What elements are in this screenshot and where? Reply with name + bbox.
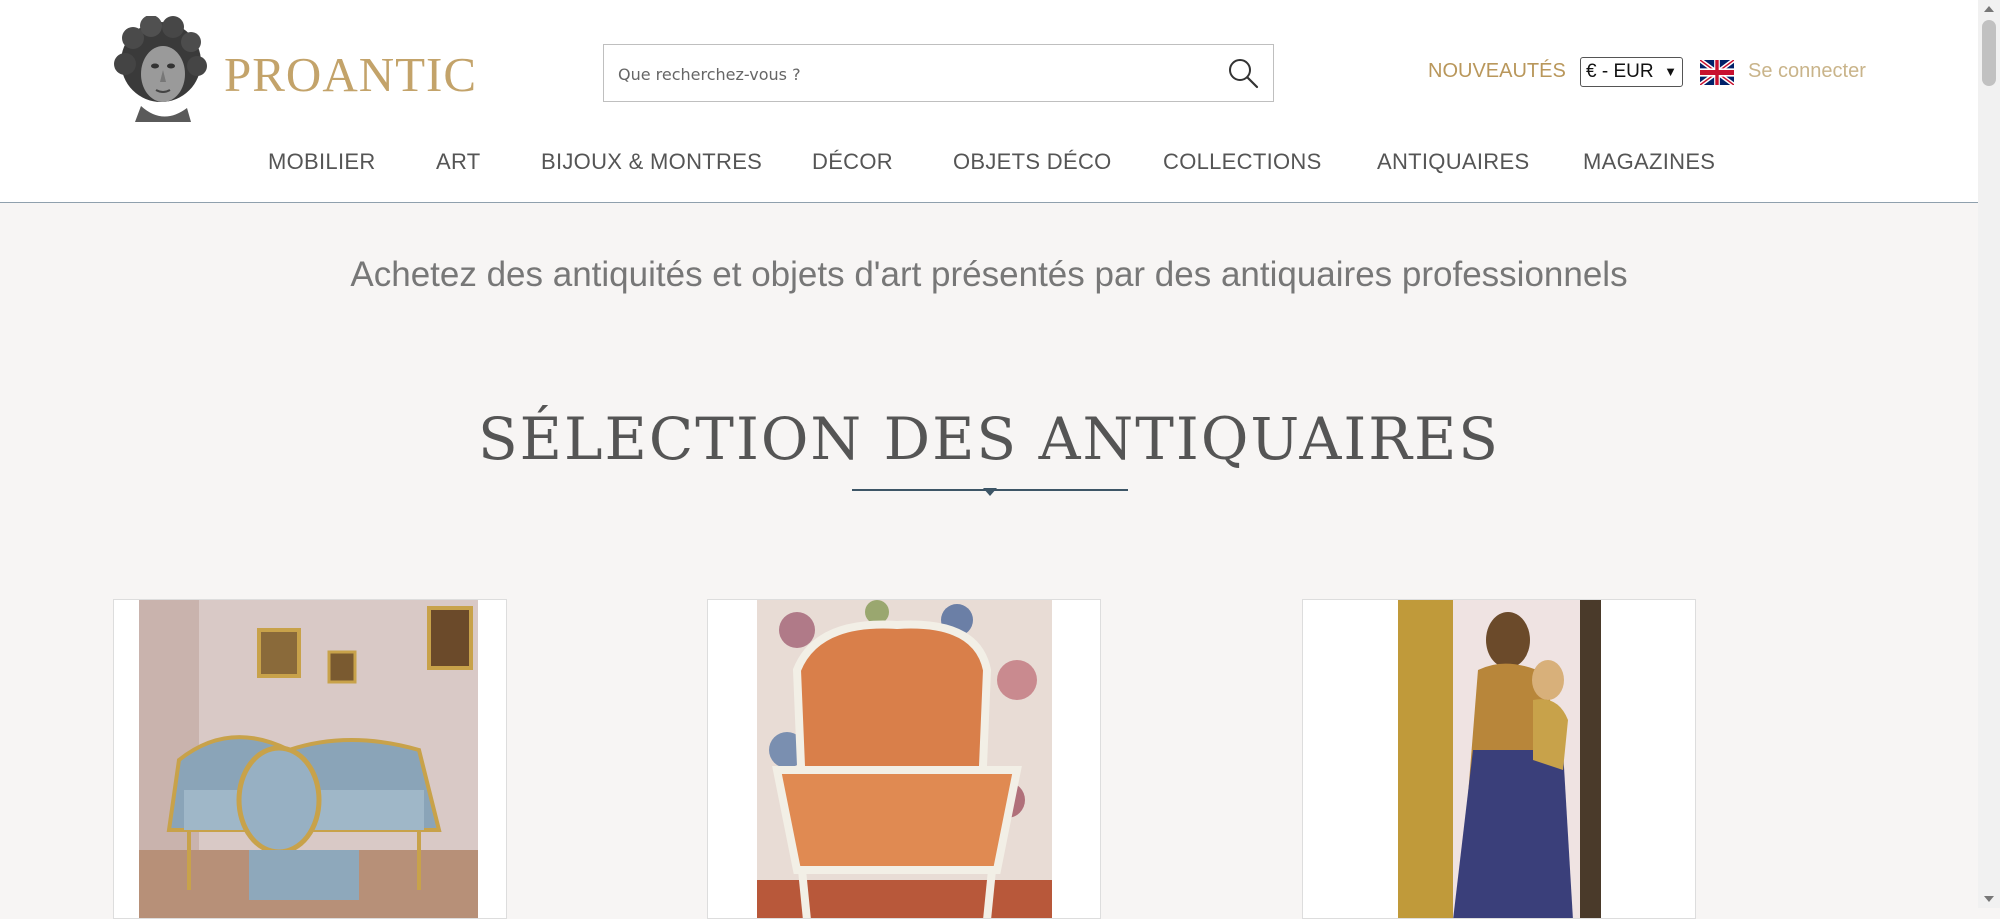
search-icon[interactable] xyxy=(1227,57,1259,89)
nav-item-magazines[interactable]: MAGAZINES xyxy=(1583,149,1715,175)
scrollbar-thumb[interactable] xyxy=(1982,20,1996,86)
product-image-armchair[interactable] xyxy=(757,600,1052,919)
nav-item-objets-deco[interactable]: OBJETS DÉCO xyxy=(953,149,1112,175)
uk-flag-icon[interactable] xyxy=(1700,60,1734,85)
product-image-salon-suite[interactable] xyxy=(139,600,478,919)
nav-item-collections[interactable]: COLLECTIONS xyxy=(1163,149,1322,175)
scroll-up-icon[interactable] xyxy=(1984,6,1994,12)
page-scrollbar[interactable] xyxy=(1978,0,2000,908)
scroll-down-icon[interactable] xyxy=(1984,896,1994,902)
site-header: PROANTIC NOUVEAUTÉS € - EUR ▼ Se connect… xyxy=(0,0,1978,203)
title-divider-notch xyxy=(983,488,997,496)
search-box xyxy=(603,44,1274,103)
nav-item-decor[interactable]: DÉCOR xyxy=(812,149,893,175)
nouveautes-link[interactable]: NOUVEAUTÉS xyxy=(1428,60,1566,83)
nav-item-art[interactable]: ART xyxy=(436,149,481,175)
product-image-statue[interactable] xyxy=(1398,600,1601,919)
nav-item-antiquaires[interactable]: ANTIQUAIRES xyxy=(1377,149,1529,175)
nav-item-mobilier[interactable]: MOBILIER xyxy=(268,149,376,175)
product-card[interactable] xyxy=(1302,599,1696,919)
login-link[interactable]: Se connecter xyxy=(1748,60,1866,83)
chevron-down-icon: ▼ xyxy=(1664,64,1677,79)
logo-bust-icon[interactable] xyxy=(111,16,209,122)
product-card[interactable] xyxy=(113,599,507,919)
logo-text[interactable]: PROANTIC xyxy=(224,46,477,103)
currency-select[interactable]: € - EUR ▼ xyxy=(1580,57,1683,87)
currency-value: € - EUR xyxy=(1586,61,1654,82)
section-title: SÉLECTION DES ANTIQUAIRES xyxy=(477,405,1501,473)
tagline: Achetez des antiquités et objets d'art p… xyxy=(350,255,1628,294)
nav-item-bijoux-montres[interactable]: BIJOUX & MONTRES xyxy=(541,149,762,175)
search-input[interactable] xyxy=(616,45,1210,103)
product-card[interactable] xyxy=(707,599,1101,919)
